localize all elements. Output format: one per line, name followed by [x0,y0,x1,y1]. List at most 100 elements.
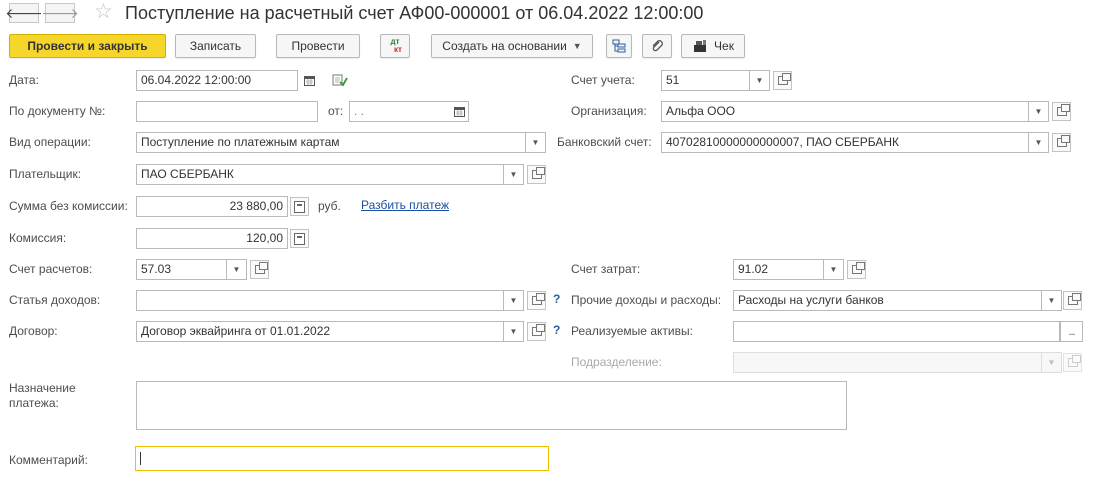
chevron-down-icon: ▼ [1034,138,1043,147]
operation-type-field[interactable]: Поступление по платежным картам [136,132,526,153]
expense-account-field[interactable]: 91.02 [733,259,824,280]
account-dropdown[interactable]: ▼ [750,70,770,91]
payer-open-button[interactable] [527,165,546,184]
payer-dropdown[interactable]: ▼ [504,164,524,185]
other-income-expense-field[interactable]: Расходы на услуги банков [733,290,1042,311]
other-income-expense-dropdown[interactable]: ▼ [1042,290,1062,311]
settlement-account-dropdown[interactable]: ▼ [227,259,247,280]
organization-dropdown[interactable]: ▼ [1029,101,1049,122]
fee-label: Комиссия: [9,231,67,245]
create-based-on-button[interactable]: Создать на основании ▼ [431,34,593,58]
post-and-close-button[interactable]: Провести и закрыть [9,34,166,58]
chevron-down-icon: ▼ [509,170,518,179]
income-item-dropdown[interactable]: ▼ [504,290,524,311]
fee-field[interactable]: 120,00 [136,228,288,249]
division-dropdown: ▼ [1042,352,1062,373]
structure-button[interactable] [606,34,632,58]
bank-account-label: Банковский счет: [557,135,652,149]
save-button[interactable]: Записать [175,34,256,58]
account-label: Счет учета: [571,73,635,87]
other-income-expense-open-button[interactable] [1063,291,1082,310]
date-label: Дата: [9,73,39,87]
text-cursor [140,452,141,466]
cash-register-icon [694,40,707,52]
chevron-down-icon: ▼ [1047,358,1056,367]
calculator-icon [294,200,305,213]
division-label: Подразделение: [571,355,662,369]
open-icon [1056,104,1070,116]
account-open-button[interactable] [773,71,792,90]
help-icon[interactable]: ? [553,323,560,337]
split-payment-link[interactable]: Разбить платеж [361,198,449,212]
sold-assets-select-button[interactable]: ... [1060,321,1083,342]
date-field[interactable]: 06.04.2022 12:00:00 [136,70,298,91]
contract-open-button[interactable] [527,322,546,341]
other-income-expense-label: Прочие доходы и расходы: [571,293,722,307]
from-date-label: от: [328,104,344,118]
calendar-icon[interactable] [452,105,466,118]
sold-assets-field[interactable] [733,321,1060,342]
calculator-icon [294,232,305,245]
division-open-button [1063,353,1082,372]
open-icon [851,262,865,274]
payer-field[interactable]: ПАО СБЕРБАНК [136,164,504,185]
operation-type-label: Вид операции: [9,135,91,149]
chevron-down-icon: ▼ [572,41,582,51]
open-icon [777,73,791,85]
income-item-label: Статья доходов: [9,293,101,307]
receipt-button[interactable]: Чек [681,34,745,58]
expense-account-dropdown[interactable]: ▼ [824,259,844,280]
page-title: Поступление на расчетный счет АФ00-00000… [125,3,704,23]
sum-calculator-button[interactable] [290,197,309,216]
settlement-account-open-button[interactable] [250,260,269,279]
settlement-account-label: Счет расчетов: [9,262,93,276]
help-icon[interactable]: ? [553,292,560,306]
chevron-down-icon: ▼ [755,76,764,85]
open-icon [1067,355,1081,367]
settlement-account-field[interactable]: 57.03 [136,259,227,280]
organization-field[interactable]: Альфа ООО [661,101,1029,122]
bank-account-field[interactable]: 40702810000000000007, ПАО СБЕРБАНК [661,132,1029,153]
fee-calculator-button[interactable] [290,229,309,248]
doc-number-field[interactable] [136,101,318,122]
star-icon[interactable]: ☆ [94,1,113,23]
organization-open-button[interactable] [1052,102,1071,121]
attach-button[interactable] [642,34,672,58]
contract-field[interactable]: Договор эквайринга от 01.01.2022 [136,321,504,342]
contract-label: Договор: [9,324,58,338]
dt-kt-button[interactable]: дт кт [380,34,410,58]
open-icon [1067,293,1081,305]
chevron-down-icon: ▼ [232,265,241,274]
payment-purpose-textarea[interactable] [136,381,847,430]
chevron-down-icon: ▼ [829,265,838,274]
doc-number-label: По документу №: [9,104,106,118]
bank-account-dropdown[interactable]: ▼ [1029,132,1049,153]
comment-input[interactable] [135,446,549,471]
post-status-icon [332,73,348,90]
contract-dropdown[interactable]: ▼ [504,321,524,342]
arrow-left-icon: 🡐 [5,4,43,21]
account-field[interactable]: 51 [661,70,750,91]
paperclip-icon [652,40,663,52]
expense-account-open-button[interactable] [847,260,866,279]
calendar-icon[interactable] [302,74,316,87]
arrow-right-icon: 🡒 [41,4,79,21]
income-item-field[interactable] [136,290,504,311]
open-icon [1056,135,1070,147]
payment-purpose-label: Назначение платежа: [9,381,76,410]
bank-account-open-button[interactable] [1052,133,1071,152]
forward-button[interactable]: 🡒 [41,3,79,23]
chevron-down-icon: ▼ [1034,107,1043,116]
income-item-open-button[interactable] [527,291,546,310]
operation-type-dropdown[interactable]: ▼ [526,132,546,153]
organization-label: Организация: [571,104,647,118]
back-button[interactable]: 🡐 [5,3,43,23]
sum-label: Сумма без комиссии: [9,199,128,213]
from-date-field[interactable]: . . [349,101,469,122]
post-button[interactable]: Провести [276,34,360,58]
sold-assets-label: Реализуемые активы: [571,324,693,338]
payer-label: Плательщик: [9,167,82,181]
expense-account-label: Счет затрат: [571,262,641,276]
sum-field[interactable]: 23 880,00 [136,196,288,217]
chevron-down-icon: ▼ [509,327,518,336]
